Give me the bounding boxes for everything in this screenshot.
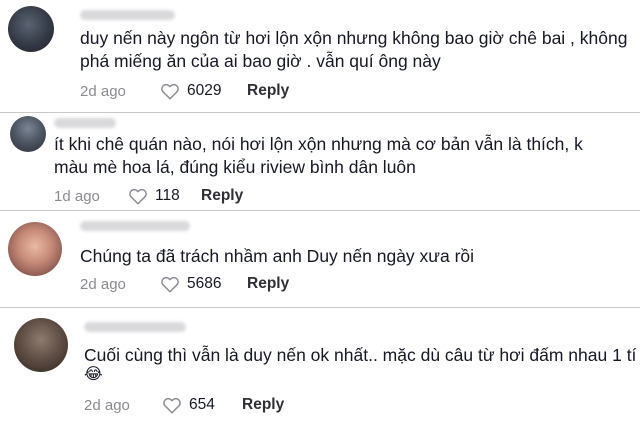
blurred-username[interactable] — [80, 10, 175, 20]
avatar[interactable] — [10, 116, 46, 152]
comment-time: 2d ago — [80, 275, 126, 293]
reply-button[interactable]: Reply — [247, 82, 289, 100]
comment-item: duy nến này ngôn từ hơi lộn xộn nhưng kh… — [0, 0, 640, 112]
like-count: 6029 — [187, 82, 222, 99]
like-count: 118 — [155, 187, 180, 204]
avatar[interactable] — [8, 222, 62, 276]
comment-item: Cuối cùng thì vẫn là duy nến ok nhất.. m… — [0, 308, 640, 424]
like-button[interactable]: 5686 — [160, 275, 247, 293]
like-button[interactable]: 118 — [128, 187, 201, 205]
comment-text: Chúng ta đã trách nhầm anh Duy nến ngày … — [80, 246, 475, 266]
reply-button[interactable]: Reply — [247, 275, 289, 293]
comment-time: 1d ago — [54, 187, 100, 205]
reply-button[interactable]: Reply — [201, 187, 243, 205]
comment-item: ít khi chê quán nào, nói hơi lộn xộn như… — [0, 113, 640, 209]
like-button[interactable]: 654 — [162, 396, 242, 414]
heart-outline-icon[interactable] — [160, 82, 180, 100]
blurred-username[interactable] — [54, 118, 116, 128]
comment-time: 2d ago — [80, 82, 126, 100]
avatar[interactable] — [14, 318, 68, 372]
heart-outline-icon[interactable] — [162, 396, 182, 414]
like-button[interactable]: 6029 — [160, 82, 247, 100]
comment-time: 2d ago — [84, 396, 130, 414]
like-count: 654 — [189, 396, 215, 413]
comment-meta: 2d ago 6029 Reply — [80, 81, 289, 101]
avatar[interactable] — [8, 6, 54, 52]
blurred-username[interactable] — [80, 221, 190, 231]
blurred-username[interactable] — [84, 322, 186, 332]
comment-meta: 1d ago 118 Reply — [54, 186, 243, 206]
comment-text: duy nến này ngôn từ hơi lộn xộn nhưng kh… — [80, 28, 633, 71]
comment-text: ít khi chê quán nào, nói hơi lộn xộn như… — [54, 134, 588, 177]
comment-meta: 2d ago 5686 Reply — [80, 274, 289, 294]
heart-outline-icon[interactable] — [160, 275, 180, 293]
like-count: 5686 — [187, 275, 222, 292]
heart-outline-icon[interactable] — [128, 187, 148, 205]
reply-button[interactable]: Reply — [242, 396, 284, 414]
comment-text: Cuối cùng thì vẫn là duy nến ok nhất.. m… — [84, 345, 637, 365]
laughing-emoji-icon: 😂 — [84, 366, 103, 383]
comment-meta: 2d ago 654 Reply — [84, 395, 284, 415]
comment-item: Chúng ta đã trách nhầm anh Duy nến ngày … — [0, 211, 640, 307]
